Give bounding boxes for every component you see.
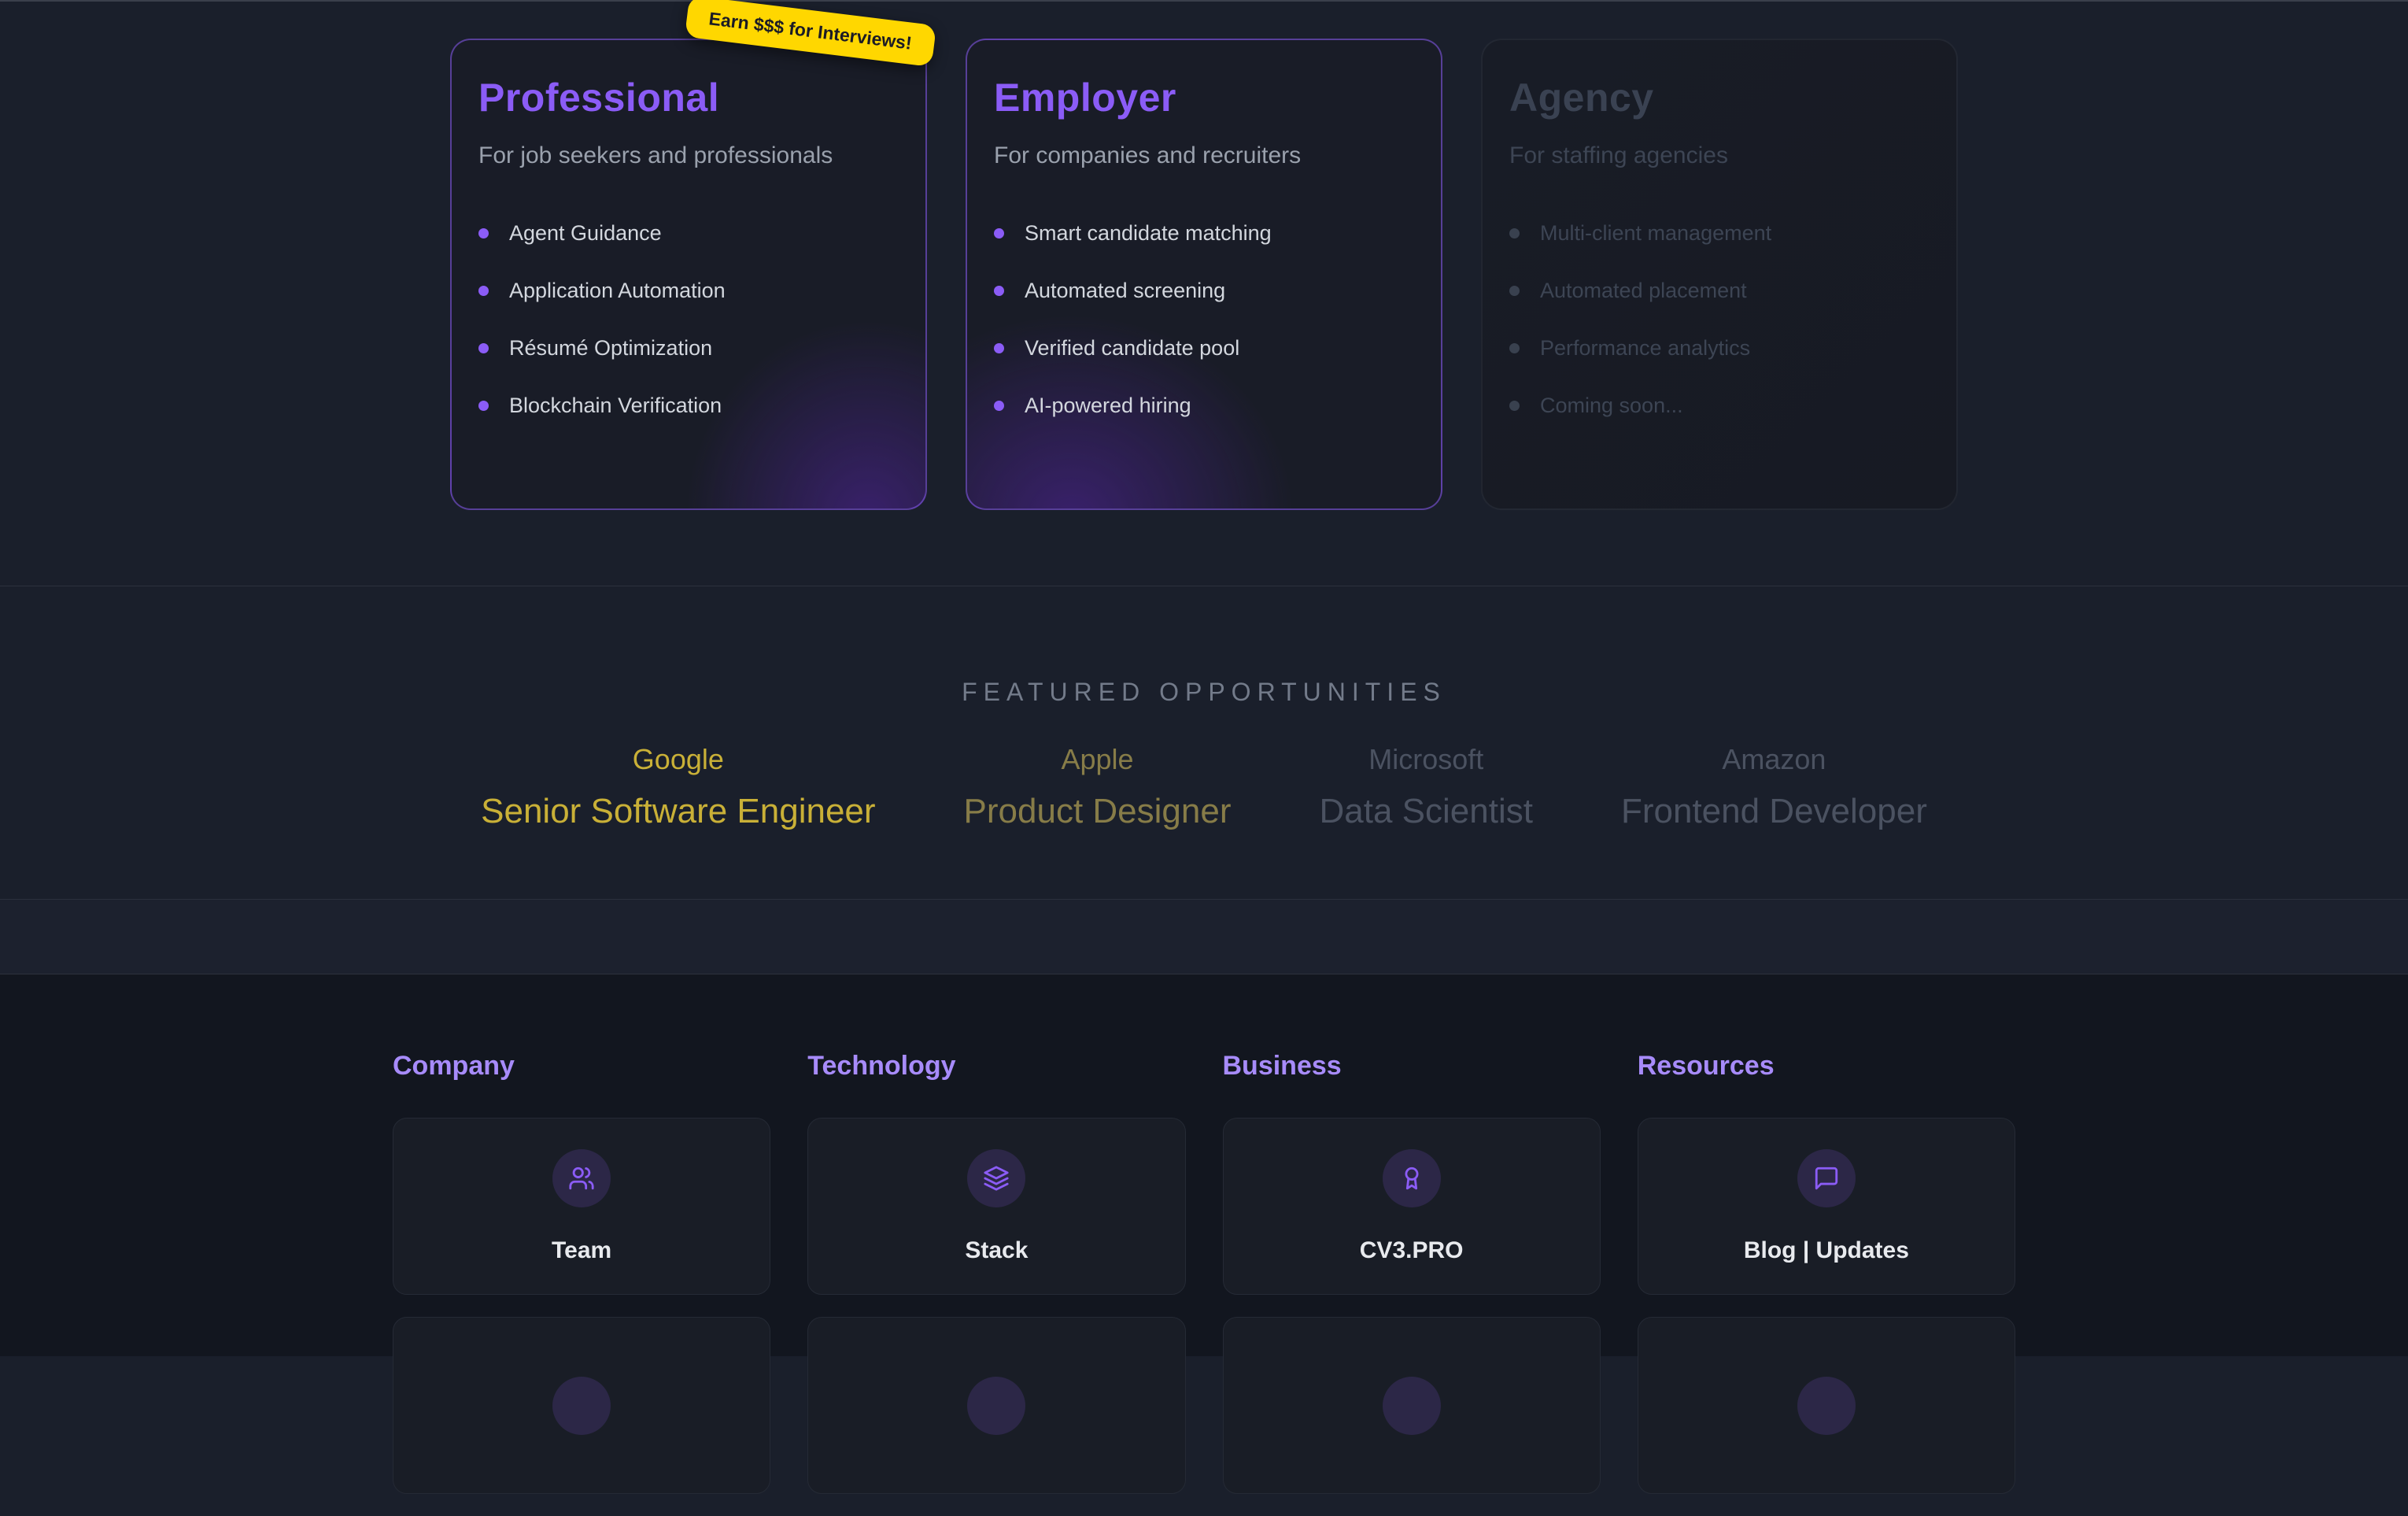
footer-card-team[interactable]: Team: [393, 1118, 770, 1295]
job-company: Amazon: [1621, 743, 1927, 776]
hidden-icon: [1797, 1377, 1856, 1435]
feature-label: Multi-client management: [1540, 221, 1771, 245]
footer-card-partial[interactable]: [1223, 1317, 1601, 1494]
plan-description: For job seekers and professionals: [478, 142, 899, 169]
plan-description: For companies and recruiters: [994, 142, 1414, 169]
featured-opportunities-section: FEATURED OPPORTUNITIES Google Senior Sof…: [0, 586, 2408, 900]
job-item-amazon[interactable]: Amazon Frontend Developer: [1621, 743, 1927, 831]
feature-item: Performance analytics: [1509, 336, 1930, 360]
bullet-icon: [478, 228, 489, 238]
footer-heading: Company: [393, 1051, 770, 1082]
feature-label: Agent Guidance: [509, 221, 662, 245]
bullet-icon: [478, 343, 489, 353]
feature-label: Automated screening: [1025, 279, 1225, 302]
plan-title: Agency: [1509, 75, 1930, 120]
footer-card-label: Team: [552, 1237, 611, 1264]
footer-card-label: Blog | Updates: [1744, 1237, 1909, 1264]
feature-item: Résumé Optimization: [478, 336, 899, 360]
bullet-icon: [994, 286, 1004, 296]
plan-title: Employer: [994, 75, 1414, 120]
feature-item: Verified candidate pool: [994, 336, 1414, 360]
feature-item: Multi-client management: [1509, 221, 1930, 245]
plan-cards-row: Earn $$$ for Interviews! Professional Fo…: [450, 39, 1958, 510]
footer-card-blog[interactable]: Blog | Updates: [1638, 1118, 2015, 1295]
footer-heading: Technology: [807, 1051, 1185, 1082]
footer-card-partial[interactable]: [807, 1317, 1185, 1494]
hidden-icon: [552, 1377, 611, 1435]
plan-description: For staffing agencies: [1509, 142, 1930, 169]
footer-card-partial[interactable]: [393, 1317, 770, 1494]
feature-item: Automated placement: [1509, 279, 1930, 302]
feature-label: Coming soon...: [1540, 394, 1683, 417]
job-company: Microsoft: [1320, 743, 1533, 776]
feature-item: Coming soon...: [1509, 394, 1930, 417]
plan-feature-list: Smart candidate matching Automated scree…: [994, 221, 1414, 417]
bullet-icon: [994, 343, 1004, 353]
plan-title: Professional: [478, 75, 899, 120]
footer-heading: Resources: [1638, 1051, 2015, 1082]
users-icon: [552, 1149, 611, 1207]
bullet-icon: [1509, 401, 1520, 411]
job-company: Google: [481, 743, 875, 776]
footer-card-label: CV3.PRO: [1360, 1237, 1464, 1264]
footer-column-technology: Technology Stack: [807, 1051, 1185, 1516]
footer-column-business: Business CV3.PRO: [1223, 1051, 1601, 1516]
featured-heading: FEATURED OPPORTUNITIES: [0, 678, 2408, 707]
plan-card-professional[interactable]: Professional For job seekers and profess…: [450, 39, 927, 510]
job-item-apple[interactable]: Apple Product Designer: [964, 743, 1232, 831]
footer-column-resources: Resources Blog | Updates: [1638, 1051, 2015, 1516]
bullet-icon: [1509, 286, 1520, 296]
plans-section: Earn $$$ for Interviews! Professional Fo…: [0, 0, 2408, 586]
site-footer: Company Team Technology: [0, 974, 2408, 1356]
bullet-icon: [1509, 343, 1520, 353]
job-title: Frontend Developer: [1621, 792, 1927, 831]
plan-card-agency: Agency For staffing agencies Multi-clien…: [1481, 39, 1958, 510]
footer-card-partial[interactable]: [1638, 1317, 2015, 1494]
feature-label: Automated placement: [1540, 279, 1747, 302]
feature-label: Smart candidate matching: [1025, 221, 1272, 245]
job-title: Data Scientist: [1320, 792, 1533, 831]
hidden-icon: [1383, 1377, 1441, 1435]
footer-grid: Company Team Technology: [393, 1051, 2015, 1516]
footer-heading: Business: [1223, 1051, 1601, 1082]
feature-label: Performance analytics: [1540, 336, 1750, 360]
feature-item: Agent Guidance: [478, 221, 899, 245]
feature-label: AI-powered hiring: [1025, 394, 1191, 417]
jobs-carousel: Google Senior Software Engineer Apple Pr…: [0, 743, 2408, 831]
feature-label: Verified candidate pool: [1025, 336, 1239, 360]
hidden-icon: [967, 1377, 1025, 1435]
job-item-microsoft[interactable]: Microsoft Data Scientist: [1320, 743, 1533, 831]
bullet-icon: [994, 228, 1004, 238]
job-company: Apple: [964, 743, 1232, 776]
plan-card-employer[interactable]: Employer For companies and recruiters Sm…: [966, 39, 1442, 510]
bullet-icon: [994, 401, 1004, 411]
feature-label: Résumé Optimization: [509, 336, 712, 360]
plan-feature-list: Multi-client management Automated placem…: [1509, 221, 1930, 417]
job-title: Product Designer: [964, 792, 1232, 831]
feature-label: Blockchain Verification: [509, 394, 722, 417]
feature-item: Application Automation: [478, 279, 899, 302]
feature-label: Application Automation: [509, 279, 726, 302]
footer-card-label: Stack: [965, 1237, 1028, 1264]
feature-item: Blockchain Verification: [478, 394, 899, 417]
feature-item: Smart candidate matching: [994, 221, 1414, 245]
speech-bubble-icon: [1797, 1149, 1856, 1207]
award-icon: [1383, 1149, 1441, 1207]
layers-icon: [967, 1149, 1025, 1207]
footer-card-cv3pro[interactable]: CV3.PRO: [1223, 1118, 1601, 1295]
footer-card-stack[interactable]: Stack: [807, 1118, 1185, 1295]
job-item-google[interactable]: Google Senior Software Engineer: [481, 743, 875, 831]
bullet-icon: [478, 286, 489, 296]
feature-item: AI-powered hiring: [994, 394, 1414, 417]
job-title: Senior Software Engineer: [481, 792, 875, 831]
footer-column-company: Company Team: [393, 1051, 770, 1516]
bullet-icon: [478, 401, 489, 411]
bullet-icon: [1509, 228, 1520, 238]
plan-feature-list: Agent Guidance Application Automation Ré…: [478, 221, 899, 417]
feature-item: Automated screening: [994, 279, 1414, 302]
section-spacer: [0, 900, 2408, 974]
